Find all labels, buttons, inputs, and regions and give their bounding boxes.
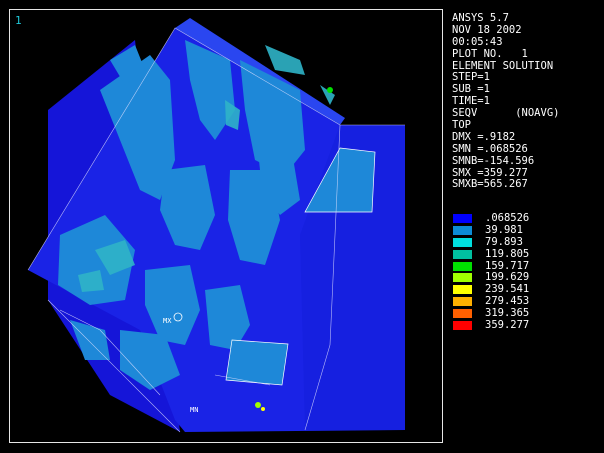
legend-value: 159.717 [485, 259, 530, 272]
info-line: SMN =.068526 [452, 142, 528, 155]
hotspot [327, 87, 333, 93]
info-line: SMXB=565.267 [452, 178, 528, 191]
legend-value: 79.893 [485, 235, 523, 248]
legend-value: 199.629 [485, 271, 530, 284]
legend-swatch [453, 273, 472, 283]
legend-value: 39.981 [485, 223, 523, 236]
legend-swatch [453, 249, 472, 259]
legend-swatch [453, 321, 472, 331]
hotspot [261, 407, 265, 411]
info-line: PLOT NO. 1 [452, 47, 528, 60]
legend-swatch [453, 285, 472, 295]
info-line: SMNB=-154.596 [452, 154, 535, 167]
legend-value: 119.805 [485, 247, 530, 260]
info-line: DMX =.9182 [452, 130, 516, 143]
hotspot [255, 402, 261, 408]
mx-label: MX [163, 317, 172, 325]
legend-value: 319.365 [485, 307, 530, 320]
lower-window-cutout [226, 340, 288, 385]
legend-swatch [453, 297, 472, 307]
legend-value: .068526 [485, 212, 530, 224]
legend-value: 239.541 [485, 283, 530, 296]
legend-swatch [453, 309, 472, 319]
plot-info-panel: ANSYS 5.7 NOV 18 2002 00:05:43 PLOT NO. 1 EL… [452, 12, 559, 191]
info-line: 00:05:43 [452, 35, 503, 48]
legend-swatch [453, 237, 472, 247]
legend-value: 279.453 [485, 295, 530, 308]
mn-label: MN [190, 406, 198, 414]
legend-swatch [453, 225, 472, 235]
legend-swatch [453, 214, 472, 223]
legend-value: 359.277 [485, 319, 530, 332]
info-line: NOV 18 2002 [452, 23, 522, 36]
legend-swatch [453, 261, 472, 271]
